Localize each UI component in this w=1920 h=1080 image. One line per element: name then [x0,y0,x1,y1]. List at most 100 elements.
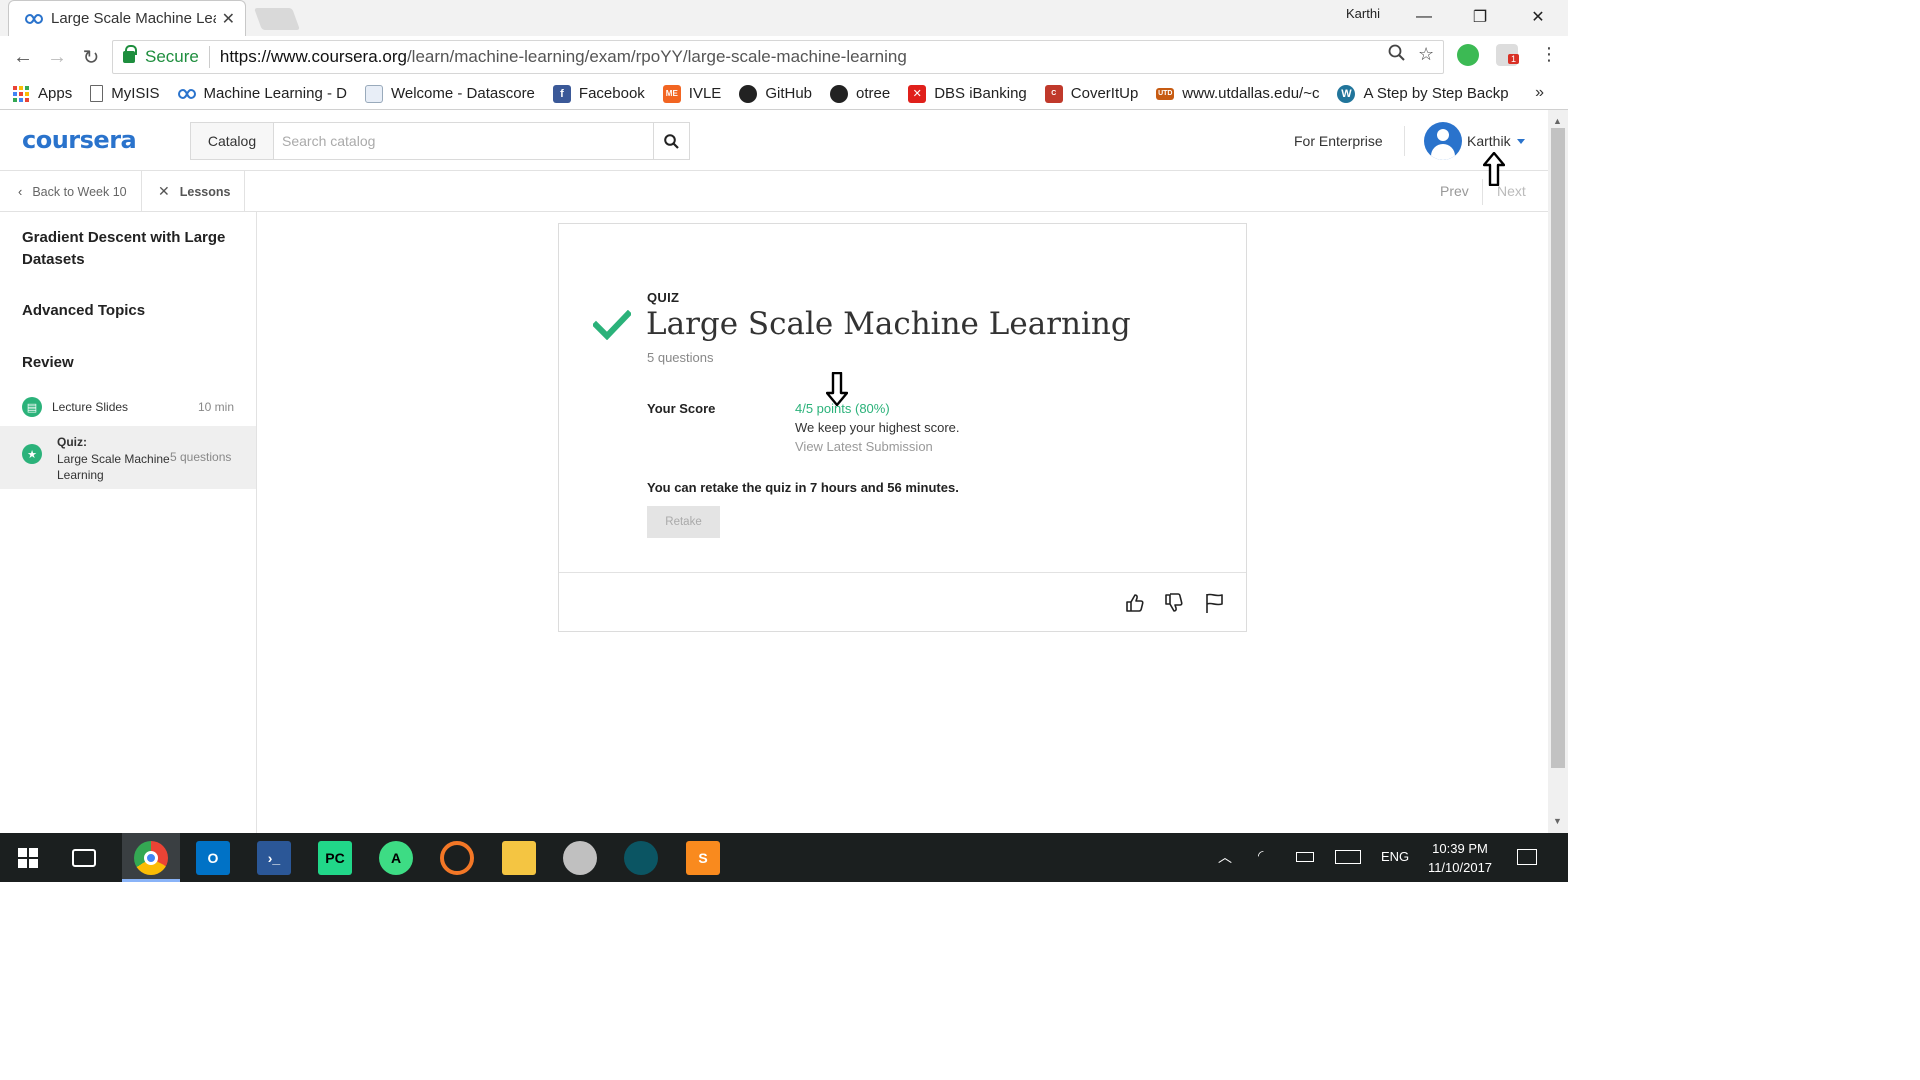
lesson-sidebar: Gradient Descent with Large Datasets Adv… [0,212,257,833]
prev-link[interactable]: Prev [1440,183,1469,199]
document-icon [364,84,383,103]
secure-label: Secure [145,47,199,66]
dbs-icon: ✕ [908,84,927,103]
address-toolbar: ← → ↻ Secure https://www.coursera.org/le… [0,36,1568,78]
thumbs-down-icon[interactable] [1163,592,1185,614]
sidebar-item-label: Lecture Slides [52,400,129,414]
quiz-star-icon: ★ [22,444,42,464]
restore-icon[interactable]: ❐ [1460,4,1500,30]
retake-button[interactable]: Retake [647,506,720,538]
bookmark-label: Apps [38,85,73,102]
coursera-logo[interactable]: coursera [22,126,137,154]
powershell-icon[interactable]: ›_ [257,841,291,875]
outlook-icon[interactable]: O [196,841,230,875]
coveritup-icon: C [1044,84,1063,103]
bookmark-label: Welcome - Datascore [390,85,535,102]
url-text[interactable]: https://www.coursera.org/learn/machine-l… [220,47,907,67]
lock-icon [123,45,137,63]
sidebar-section-heading[interactable]: Review [22,352,242,374]
bookmark-item[interactable]: f Facebook [552,84,645,103]
scroll-up-icon[interactable]: ▲ [1553,116,1562,126]
back-to-week-button[interactable]: ‹ Back to Week 10 [0,171,142,212]
bookmark-item[interactable]: GitHub [739,84,812,103]
wifi-icon[interactable]: ◜ [1258,847,1263,864]
taskbar-clock[interactable]: 10:39 PM 11/10/2017 [1420,839,1500,877]
minimize-icon[interactable]: — [1404,4,1444,30]
lesson-subnav: ‹ Back to Week 10 ✕ Lessons Prev Next [0,171,1548,212]
window-close-icon[interactable]: ✕ [1518,4,1558,30]
bookmark-item[interactable]: Apps [12,85,72,103]
scroll-thumb[interactable] [1551,128,1565,768]
tray-chevron-up-icon[interactable]: ︿ [1218,847,1232,867]
android-studio-icon[interactable]: A [379,841,413,875]
bookmark-label: Machine Learning - D [203,85,347,102]
windows-start-icon[interactable] [18,848,38,868]
bookmark-item[interactable]: Machine Learning - D [177,85,347,103]
extension-shield-icon[interactable]: 1 [1496,44,1520,66]
app-globe-icon[interactable] [624,841,658,875]
chrome-icon[interactable] [134,841,168,875]
zoom-icon[interactable] [1388,44,1406,67]
bookmark-label: A Step by Step Backp [1363,85,1509,102]
page-icon [90,85,104,102]
search-button[interactable] [653,122,690,160]
lessons-toggle-button[interactable]: ✕ Lessons [142,171,245,212]
address-bar[interactable]: Secure https://www.coursera.org/learn/ma… [112,40,1444,74]
apps-grid-icon [12,85,30,103]
bookmark-star-icon[interactable]: ☆ [1418,44,1434,65]
scroll-down-icon[interactable]: ▼ [1553,816,1562,826]
jupyter-icon[interactable] [440,841,474,875]
keyboard-icon[interactable] [1335,850,1361,864]
bookmark-item[interactable]: C CoverItUp [1044,84,1138,103]
github-icon [739,84,758,103]
bookmark-item[interactable]: otree [830,84,890,103]
sidebar-section-heading[interactable]: Advanced Topics [22,300,242,322]
sublime-text-icon[interactable]: S [686,841,720,875]
notifications-icon[interactable] [1517,849,1537,865]
task-view-icon[interactable] [72,849,96,867]
bookmark-item[interactable]: MyISIS [90,85,160,102]
browser-tab[interactable]: Large Scale Machine Lear ✕ [8,0,246,36]
bookmarks-overflow-icon[interactable]: » [1535,84,1544,102]
view-latest-submission-link[interactable]: View Latest Submission [795,439,933,454]
for-enterprise-link[interactable]: For Enterprise [1294,133,1383,149]
menu-dots-icon[interactable]: ⋮ [1540,44,1558,65]
extension-green-icon[interactable] [1457,44,1479,66]
clock-time: 10:39 PM [1432,841,1488,856]
url-origin: https://www.coursera.org [219,47,407,66]
bookmark-item[interactable]: UTD www.utdallas.edu/~c [1156,85,1319,102]
search-input[interactable] [273,122,654,160]
header-divider [1404,126,1405,156]
flag-icon[interactable] [1204,592,1226,614]
chevron-down-icon[interactable] [1517,139,1525,144]
back-arrow-icon[interactable]: ← [10,44,36,70]
window-user-name[interactable]: Karthi [1346,6,1380,21]
battery-icon[interactable] [1296,852,1314,862]
sidebar-section-heading[interactable]: Gradient Descent with Large Datasets [22,227,242,271]
new-tab-button[interactable] [253,8,301,30]
username[interactable]: Karthik [1467,133,1511,149]
pycharm-icon[interactable]: PC [318,841,352,875]
bookmark-item[interactable]: Welcome - Datascore [364,84,535,103]
bookmark-item[interactable]: W A Step by Step Backp [1337,84,1509,103]
avatar[interactable] [1424,122,1462,160]
bookmark-item[interactable]: ME IVLE [662,84,721,103]
forward-arrow-icon[interactable]: → [44,44,70,70]
bookmark-item[interactable]: ✕ DBS iBanking [908,84,1027,103]
tab-close-icon[interactable]: ✕ [222,9,235,29]
omnibox-divider [208,46,210,68]
reload-icon[interactable]: ↻ [78,44,104,70]
sidebar-item-lecture-slides[interactable]: ▤ Lecture Slides 10 min [0,396,256,418]
catalog-button[interactable]: Catalog [190,122,274,160]
file-explorer-icon[interactable] [502,841,536,875]
sidebar-item-quiz[interactable]: ★ Quiz: Large Scale Machine Learning 5 q… [0,426,256,489]
thumbs-up-icon[interactable] [1124,592,1146,614]
back-to-week-label: Back to Week 10 [32,184,127,199]
paint-icon[interactable] [563,841,597,875]
windows-taskbar: O ›_ PC A S ︿ ◜ ENG 10:39 PM 11/10/2017 [0,833,1568,882]
page-scrollbar[interactable]: ▲ ▼ [1548,110,1568,833]
clock-date: 11/10/2017 [1427,860,1493,875]
github-icon [830,84,848,103]
chevron-left-icon: ‹ [18,184,23,199]
language-indicator[interactable]: ENG [1381,849,1409,864]
